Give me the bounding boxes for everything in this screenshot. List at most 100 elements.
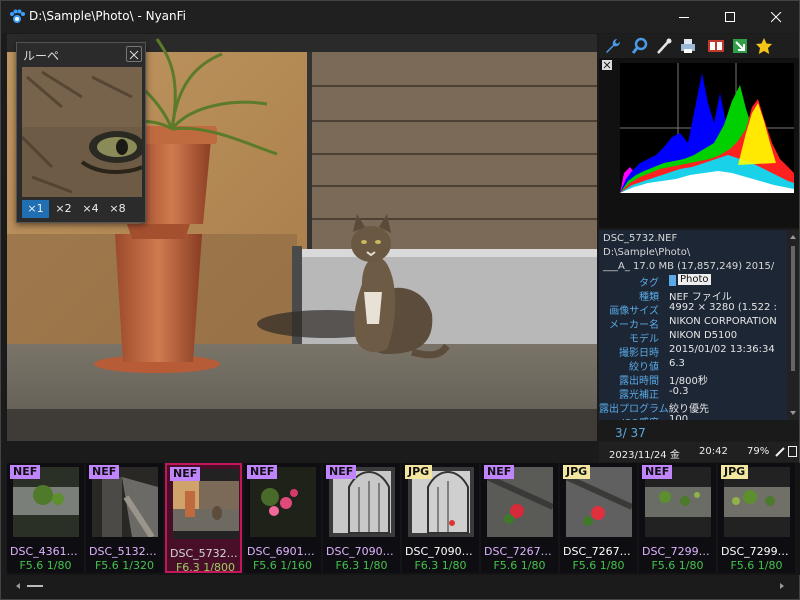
thumbnail-exposure: F6.3 1/80 [335, 559, 388, 572]
thumbnail-item[interactable]: NEF DSC_7090… F6.3 1/80 [323, 463, 400, 573]
eyedropper-icon[interactable] [654, 36, 674, 56]
zoom-x4-button[interactable]: ×4 [77, 200, 104, 218]
info-field-value: NIKON D5100 [669, 330, 738, 341]
thumbnail-item[interactable]: NEF DSC_6901… F5.6 1/160 [244, 463, 321, 573]
thumbnail-exposure: F5.6 1/160 [252, 559, 313, 572]
file-type-badge: JPG [721, 465, 749, 479]
thumbnail-filename: DSC_7267… [484, 545, 552, 558]
maximize-icon [725, 12, 735, 22]
info-field-label: 絞り値 [629, 362, 659, 373]
thumbnail-item[interactable]: JPG DSC_7090… F6.3 1/80 [402, 463, 479, 573]
thumbnail-exposure: F5.6 1/80 [572, 559, 625, 572]
tag-label: タグ [639, 278, 659, 289]
thumbnail-exposure: F6.3 1/800 [175, 561, 236, 573]
info-field-value: NEF ファイル [669, 292, 732, 303]
thumbnail-exposure: F5.6 1/80 [493, 559, 546, 572]
image-viewer[interactable]: ルーペ ×1 ×2 ×4 ×8 [7, 34, 597, 441]
info-field-row: ISO感度 100 [599, 414, 787, 420]
file-type-badge: NEF [326, 465, 357, 479]
close-icon [129, 50, 139, 60]
side-toolbar [599, 34, 799, 58]
thumbnail-item[interactable]: NEF DSC_5132… F5.6 1/320 [86, 463, 163, 573]
file-type-badge: NEF [484, 465, 515, 479]
image-position-counter: 3/ 37 [615, 426, 646, 440]
zoom-x1-button[interactable]: ×1 [22, 200, 49, 218]
wrench-icon[interactable] [602, 36, 622, 56]
thumbnail-strip: NEF DSC_4361… F5.6 1/80 NEF DSC_5132… F5.6 1/… [7, 463, 800, 575]
info-field-label: 種類 [639, 292, 659, 303]
info-field-label: 露出プログラム [599, 404, 669, 415]
thumbnail-filename: DSC_7299… [642, 545, 710, 558]
info-field-value: NIKON CORPORATION [669, 316, 777, 327]
info-scrollbar[interactable] [787, 230, 799, 420]
export-icon[interactable] [730, 36, 750, 56]
info-tag-row: タグ Photo [599, 274, 787, 289]
maximize-button[interactable] [707, 1, 753, 33]
histogram-close-icon[interactable] [602, 60, 612, 70]
info-path: D:\Sample\Photo\ [603, 247, 691, 258]
zoom-x8-button[interactable]: ×8 [104, 200, 131, 218]
thumbnail-item[interactable]: NEF DSC_5732… F6.3 1/800 [165, 463, 242, 573]
info-filename: DSC_5732.NEF [603, 233, 678, 244]
zoom-x2-button[interactable]: ×2 [50, 200, 77, 218]
main-window: D:\Sample\Photo\ - NyanFi ルーペ ×1 ×2 ×4 ×… [0, 0, 800, 600]
info-field-label: 露光補正 [619, 390, 659, 401]
thumbnail-exposure: F5.6 1/80 [730, 559, 783, 572]
info-field-row: 撮影日時 2015/01/02 13:36:34 [599, 344, 787, 359]
star-icon[interactable] [754, 36, 774, 56]
thumbnail-filename: DSC_7267… [563, 545, 631, 558]
file-info-panel: DSC_5732.NEF D:\Sample\Photo\ ___A_ 17.0… [599, 230, 787, 420]
thumbnail-item[interactable]: NEF DSC_4361… F5.6 1/80 [7, 463, 84, 573]
file-type-badge: NEF [170, 467, 201, 481]
thumbnail-item[interactable]: NEF DSC_7267… F5.6 1/80 [481, 463, 558, 573]
info-field-label: モデル [629, 334, 659, 345]
thumbnail-item[interactable]: JPG DSC_7299… F5.6 1/80 [718, 463, 795, 573]
thumbnail-item[interactable]: NEF DSC_7299… F5.6 1/80 [639, 463, 716, 573]
file-type-badge: NEF [247, 465, 278, 479]
page-icon[interactable] [788, 446, 798, 458]
histogram-panel [599, 58, 799, 228]
info-field-row: 画像サイズ 4992 × 3280 (1.522 : [599, 302, 787, 317]
thumbnail-filename: DSC_7299… [721, 545, 789, 558]
thumbnail-exposure: F5.6 1/80 [19, 559, 72, 572]
tag-value[interactable]: Photo [678, 274, 711, 285]
loupe-zoom-bar: ×1 ×2 ×4 ×8 [22, 200, 142, 218]
horizontal-scrollbar[interactable] [7, 577, 793, 589]
info-field-value: 絞り優先 [669, 404, 709, 415]
thumbnail-item[interactable]: JPG DSC_7267… F5.6 1/80 [560, 463, 637, 573]
info-field-row: 絞り値 6.3 [599, 358, 787, 373]
scroll-arrows-icon [790, 235, 796, 415]
status-zoom: 79% [747, 446, 770, 457]
loupe-panel[interactable]: ルーペ ×1 ×2 ×4 ×8 [16, 42, 146, 223]
thumbnail-filename: DSC_4361… [10, 545, 78, 558]
info-field-label: 画像サイズ [609, 306, 659, 317]
close-button[interactable] [753, 1, 799, 33]
info-field-label: ISO感度 [599, 414, 659, 420]
thumbnail-exposure: F5.6 1/80 [651, 559, 704, 572]
edit-pen-icon[interactable] [774, 446, 786, 458]
info-field-value: 2015/01/02 13:36:34 [669, 344, 775, 355]
title-bar[interactable]: D:\Sample\Photo\ - NyanFi [1, 1, 799, 33]
info-field-label: 撮影日時 [619, 348, 659, 359]
status-bar: 2023/11/24 金 20:42 79% [599, 442, 799, 462]
status-time: 20:42 [699, 446, 728, 457]
magnifier-icon[interactable] [630, 36, 650, 56]
thumbnail-filename: DSC_6901… [247, 545, 315, 558]
scroll-arrows-icon [16, 583, 784, 589]
info-field-label: メーカー名 [609, 320, 659, 331]
rgb-histogram [620, 63, 794, 193]
thumbnail-filename: DSC_7090… [405, 545, 473, 558]
minimize-icon [679, 17, 689, 18]
info-field-row: 露光補正 -0.3 [599, 386, 787, 401]
loupe-close-button[interactable] [126, 46, 142, 62]
info-field-row: メーカー名 NIKON CORPORATION [599, 316, 787, 331]
book-icon[interactable] [706, 36, 726, 56]
info-field-row: 種類 NEF ファイル [599, 288, 787, 303]
info-field-value: 4992 × 3280 (1.522 : [669, 302, 777, 313]
info-field-value: 1/800秒 [669, 376, 708, 387]
file-type-badge: JPG [563, 465, 591, 479]
printer-icon[interactable] [678, 36, 698, 56]
info-attributes: ___A_ 17.0 MB (17,857,249) 2015/ [603, 261, 775, 272]
minimize-button[interactable] [661, 1, 707, 33]
side-panel: DSC_5732.NEF D:\Sample\Photo\ ___A_ 17.0… [599, 34, 799, 441]
